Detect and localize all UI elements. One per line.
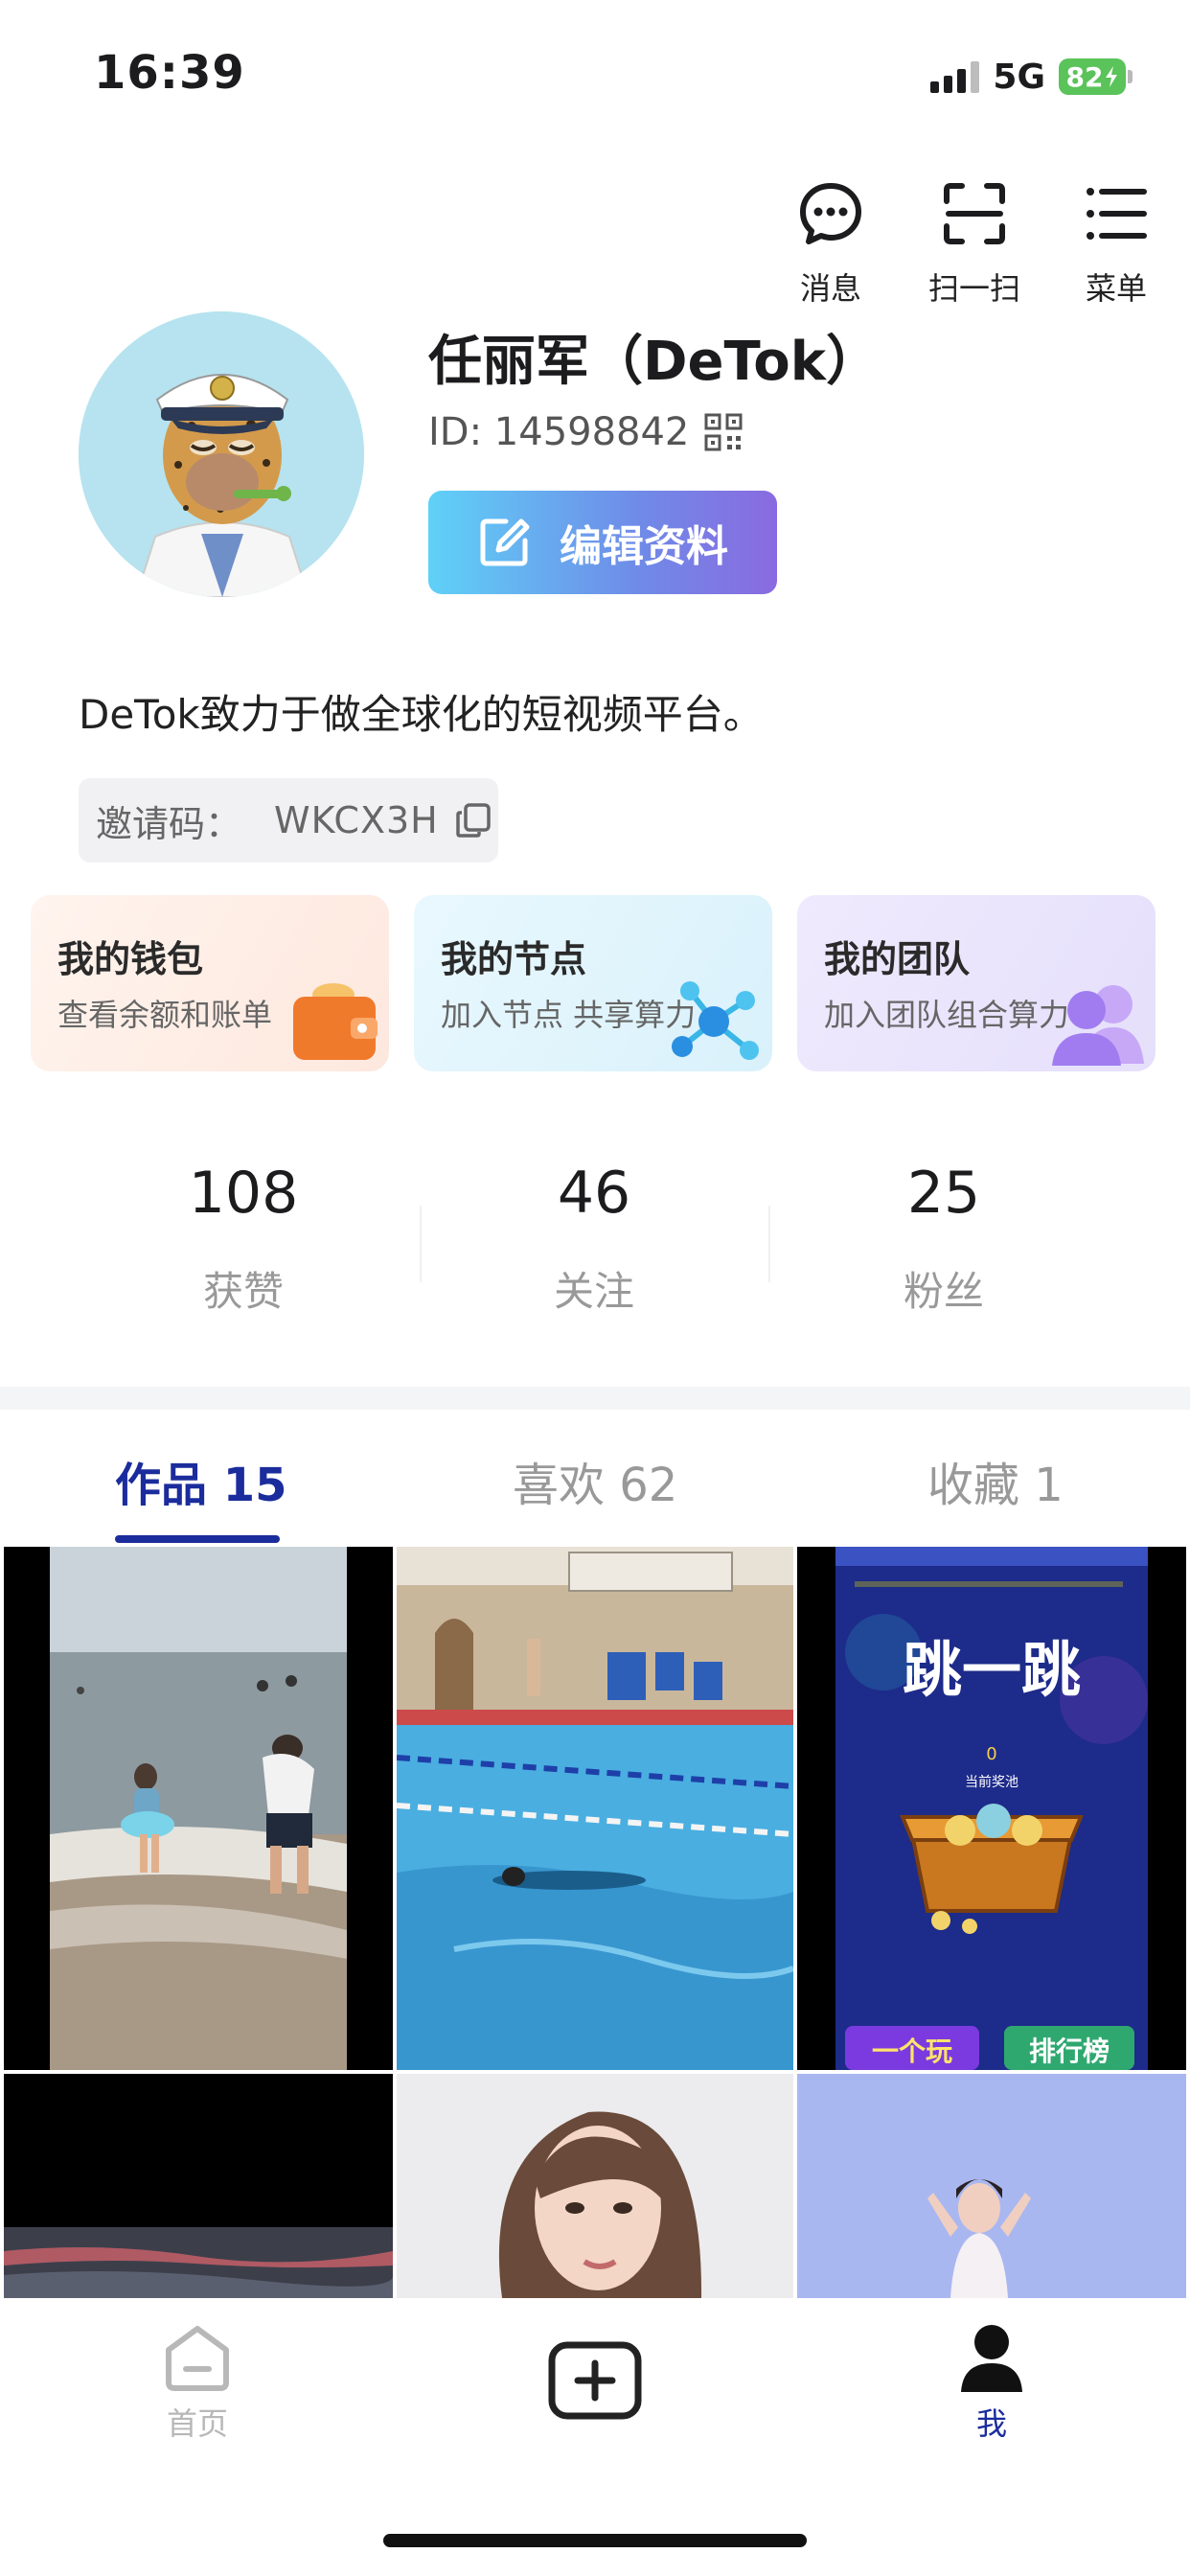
video-thumb-dark-sky[interactable] (4, 2074, 393, 2298)
messages-label: 消息 (799, 270, 861, 307)
profile-name: 任丽军（DeTok） (428, 331, 880, 393)
team-icon (1052, 985, 1144, 1066)
status-indicators: 5G 82 (930, 54, 1133, 100)
edit-profile-label: 编辑资料 (560, 522, 728, 571)
profile-page: 16:39 5G 82 消息 扫一扫 菜单 任丽军（DeTok） ID: 145… (0, 0, 1190, 2576)
tab-favorites[interactable]: 收藏 1 (927, 1447, 1064, 1514)
video-thumb-swimming-pool[interactable] (397, 1547, 793, 2070)
followers-count: 25 (906, 1160, 981, 1227)
profile-id: ID: 14598842 (428, 410, 690, 454)
home-icon (166, 2326, 229, 2391)
node-card[interactable]: 我的节点 加入节点 共享算力 (414, 895, 772, 1071)
likes-count: 108 (188, 1160, 299, 1227)
menu-button[interactable]: 菜单 (1054, 180, 1179, 309)
stat-divider (768, 1206, 770, 1282)
video-thumb-beach[interactable] (4, 1547, 393, 2070)
section-divider (0, 1387, 1190, 1410)
battery-level: 82 (1065, 60, 1104, 93)
person-icon (961, 2325, 1022, 2392)
battery-icon: 82 (1059, 58, 1133, 95)
avatar[interactable] (79, 311, 364, 597)
wallet-icon (293, 983, 378, 1060)
network-type: 5G (993, 57, 1045, 97)
invite-code-label: 邀请码： (96, 802, 242, 845)
nav-me[interactable]: 我 (915, 2321, 1068, 2444)
active-tab-indicator (115, 1535, 280, 1543)
profile-id-row: ID: 14598842 (428, 410, 743, 454)
game-title: 跳一跳 (903, 1635, 1081, 1705)
tab-likes[interactable]: 喜欢 62 (513, 1447, 677, 1514)
status-time: 16:39 (94, 46, 245, 100)
nav-home[interactable]: 首页 (121, 2321, 274, 2444)
scan-button[interactable]: 扫一扫 (912, 180, 1037, 309)
nav-add-post[interactable] (518, 2340, 672, 2421)
following-count: 46 (557, 1160, 631, 1227)
profile-bio: DeTok致力于做全球化的短视频平台。 (79, 691, 764, 738)
node-card-subtitle: 加入节点 共享算力 (441, 997, 697, 1033)
status-bar: 16:39 5G 82 (0, 0, 1190, 144)
followers-stat[interactable]: 25 粉丝 (810, 1160, 1078, 1318)
qr-code-icon[interactable] (704, 413, 743, 451)
messages-button[interactable]: 消息 (768, 180, 893, 309)
game-prize-counter: 0 (986, 1744, 996, 1764)
invite-code-box[interactable]: 邀请码： WKCX3H (79, 778, 498, 862)
menu-label: 菜单 (1085, 270, 1147, 307)
game-right-banner: 排行榜 (1029, 2036, 1110, 2067)
team-card-subtitle: 加入团队组合算力 (824, 997, 1070, 1033)
followers-label: 粉丝 (903, 1268, 984, 1315)
copy-icon[interactable] (454, 801, 492, 840)
likes-stat[interactable]: 108 获赞 (109, 1160, 378, 1318)
team-card-title: 我的团队 (824, 938, 971, 980)
wallet-card-title: 我的钱包 (57, 938, 204, 980)
game-left-banner: 一个玩 (872, 2036, 952, 2067)
edit-profile-button[interactable]: 编辑资料 (428, 491, 777, 594)
nav-home-label: 首页 (166, 2405, 228, 2442)
team-card[interactable]: 我的团队 加入团队组合算力 (797, 895, 1156, 1071)
following-label: 关注 (553, 1268, 634, 1315)
scan-label: 扫一扫 (927, 270, 1020, 307)
network-node-icon (672, 981, 759, 1060)
node-card-title: 我的节点 (441, 938, 587, 980)
scan-icon (944, 183, 1005, 244)
wallet-card-subtitle: 查看余额和账单 (57, 997, 273, 1033)
edit-icon (480, 518, 530, 566)
menu-icon (1087, 188, 1147, 240)
game-prize-caption: 当前奖池 (965, 1774, 1018, 1790)
nav-me-label: 我 (975, 2405, 1007, 2442)
chat-bubble-icon (800, 183, 861, 244)
stat-divider (420, 1206, 422, 1282)
video-thumb-dancer[interactable] (797, 2074, 1186, 2298)
video-thumb-portrait-woman[interactable] (397, 2074, 793, 2298)
add-post-icon (548, 2341, 642, 2420)
signal-strength-icon (930, 60, 980, 93)
following-stat[interactable]: 46 关注 (460, 1160, 728, 1318)
tab-works[interactable]: 作品 15 (115, 1447, 287, 1514)
ape-avatar-image (79, 311, 364, 597)
video-thumb-jump-game[interactable]: 跳一跳 0 当前奖池 一个玩 排行榜 (797, 1547, 1186, 2070)
likes-label: 获赞 (202, 1268, 284, 1315)
invite-code-value: WKCX3H (274, 799, 439, 841)
wallet-card[interactable]: 我的钱包 查看余额和账单 (31, 895, 389, 1071)
home-indicator (383, 2534, 807, 2547)
